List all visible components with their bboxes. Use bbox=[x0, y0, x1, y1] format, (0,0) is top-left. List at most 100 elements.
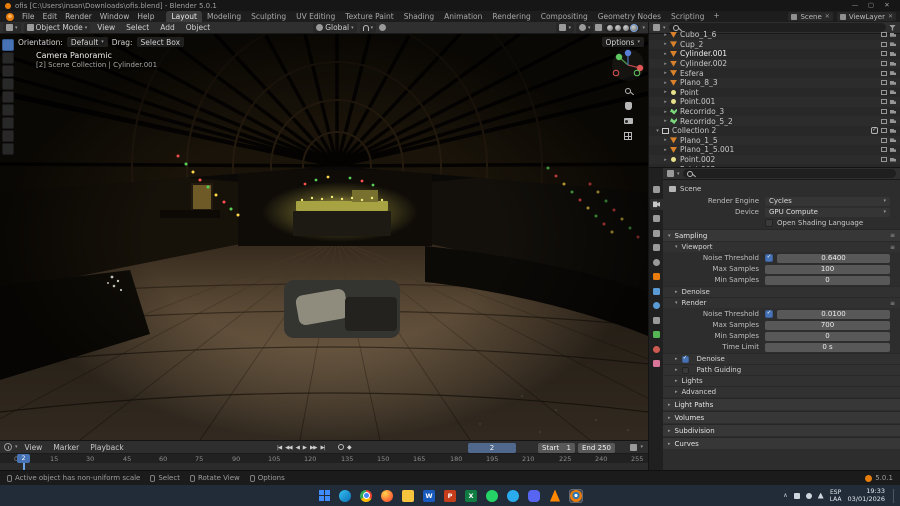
outliner-item[interactable]: ▸ Recorrido_5_2 bbox=[649, 116, 900, 126]
disclosure-triangle-icon[interactable]: ▸ bbox=[661, 147, 670, 153]
tab-constraints[interactable] bbox=[650, 315, 663, 326]
auto-keying-icon[interactable] bbox=[338, 444, 344, 450]
disclosure-triangle-icon[interactable]: ▸ bbox=[661, 157, 670, 163]
blender-menu-icon[interactable] bbox=[6, 12, 14, 21]
r-max-samples-field[interactable]: 700 bbox=[765, 320, 890, 330]
taskbar-icon-telegram[interactable] bbox=[506, 489, 520, 503]
frame-end-field[interactable]: End 250 bbox=[578, 442, 615, 453]
tool-transform[interactable] bbox=[2, 104, 14, 116]
shading-rendered-icon[interactable] bbox=[631, 24, 638, 31]
disclosure-triangle-icon[interactable]: ▸ bbox=[661, 166, 670, 167]
view-layer-selector[interactable]: ViewLayer ✕ bbox=[836, 12, 896, 21]
scene-selector[interactable]: Scene ✕ bbox=[788, 12, 833, 21]
playhead-frame-badge[interactable]: 2 bbox=[17, 454, 30, 463]
taskbar-icon-vlc[interactable] bbox=[548, 489, 562, 503]
tab-object[interactable] bbox=[650, 271, 663, 282]
tab-output[interactable] bbox=[650, 213, 663, 224]
outliner-item[interactable]: ▸ Cup_2 bbox=[649, 39, 900, 50]
disable-in-render-icon[interactable] bbox=[890, 32, 896, 37]
hide-in-viewport-icon[interactable] bbox=[881, 70, 887, 76]
workspace-tab-geometry-nodes[interactable]: Geometry Nodes bbox=[593, 11, 666, 22]
hide-in-viewport-icon[interactable] bbox=[881, 32, 887, 38]
taskbar-icon-edge[interactable] bbox=[338, 489, 352, 503]
denoise-checkbox[interactable] bbox=[681, 355, 689, 363]
outliner-item-name[interactable]: Recorrido_3 bbox=[680, 107, 881, 116]
disclosure-triangle-icon[interactable]: ▸ bbox=[661, 61, 670, 67]
taskbar-icon-discord[interactable] bbox=[527, 489, 541, 503]
tab-render[interactable] bbox=[650, 198, 663, 210]
outliner-item[interactable]: ▸ Point.003 bbox=[649, 164, 900, 167]
outliner-item[interactable]: ▸ Esfera bbox=[649, 68, 900, 78]
menu-help[interactable]: Help bbox=[133, 11, 158, 22]
presets-icon[interactable]: ≡ bbox=[890, 244, 895, 251]
workspace-tab-texture-paint[interactable]: Texture Paint bbox=[340, 11, 398, 22]
maximize-button[interactable]: ▢ bbox=[863, 0, 879, 11]
vp-noise-threshold-checkbox[interactable] bbox=[765, 254, 773, 262]
disclosure-triangle-icon[interactable]: ▸ bbox=[661, 80, 670, 86]
tab-object-data[interactable] bbox=[650, 329, 663, 340]
outliner-item-name[interactable]: Cylinder.002 bbox=[680, 59, 881, 68]
section-subdivision[interactable]: ▸ Subdivision bbox=[663, 424, 900, 436]
timeline-editor-icon[interactable] bbox=[4, 443, 12, 451]
camera-view-icon[interactable] bbox=[622, 115, 634, 127]
workspace-tab-layout[interactable]: Layout bbox=[166, 11, 202, 22]
next-keyframe-button[interactable]: ▶▶ bbox=[309, 443, 318, 453]
disclosure-triangle-icon[interactable]: ▸ bbox=[661, 99, 670, 105]
path-guiding-checkbox[interactable] bbox=[681, 366, 689, 374]
xray-toggle-icon[interactable] bbox=[595, 24, 603, 31]
disable-in-render-icon[interactable] bbox=[890, 42, 896, 47]
subsection-lights[interactable]: ▸ Lights bbox=[663, 375, 900, 386]
show-overlays-toggle[interactable]: ▾ bbox=[575, 22, 594, 33]
hide-in-viewport-icon[interactable] bbox=[881, 99, 887, 105]
disclosure-triangle-icon[interactable]: ▸ bbox=[661, 137, 670, 143]
subsection-viewport-denoise[interactable]: ▸ Denoise bbox=[663, 286, 900, 297]
menu-file[interactable]: File bbox=[18, 11, 39, 22]
outliner-item[interactable]: ▸ Cubo_1_6 bbox=[649, 30, 900, 40]
section-volumes[interactable]: ▸ Volumes bbox=[663, 411, 900, 423]
tab-material[interactable] bbox=[650, 344, 663, 355]
outliner-item-name[interactable]: Collection 2 bbox=[672, 126, 871, 135]
disclosure-triangle-icon[interactable]: ▸ bbox=[661, 118, 670, 124]
hide-in-viewport-icon[interactable] bbox=[881, 157, 887, 163]
disclosure-triangle-icon[interactable]: ▸ bbox=[661, 109, 670, 115]
shading-solid-icon[interactable] bbox=[615, 24, 622, 31]
viewport-menu-view[interactable]: View bbox=[93, 22, 119, 33]
tab-modifiers[interactable] bbox=[650, 286, 663, 297]
workspace-tab-uv-editing[interactable]: UV Editing bbox=[291, 11, 340, 22]
device-dropdown[interactable]: GPU Compute ▾ bbox=[765, 207, 890, 217]
keying-set-icon[interactable]: ◆ bbox=[347, 444, 352, 451]
timeline-ruler[interactable]: 0 15 30 45 60 75 90 105 120 135 150 165 … bbox=[0, 454, 648, 463]
hide-in-viewport-icon[interactable] bbox=[881, 89, 887, 95]
tab-tool[interactable] bbox=[650, 184, 663, 195]
outliner-item-name[interactable]: Recorrido_5_2 bbox=[680, 117, 881, 126]
outliner-item-name[interactable]: Point.002 bbox=[680, 155, 881, 164]
show-desktop-button[interactable] bbox=[893, 488, 895, 503]
workspace-tab-scripting[interactable]: Scripting bbox=[666, 11, 709, 22]
tray-icon[interactable] bbox=[793, 492, 800, 499]
disclosure-triangle-icon[interactable]: ▸ bbox=[661, 51, 670, 57]
r-noise-threshold-checkbox[interactable] bbox=[765, 310, 773, 318]
hide-in-viewport-icon[interactable] bbox=[881, 147, 887, 153]
viewport-3d[interactable]: Orientation: Default ▾ Drag: Select Box O… bbox=[0, 34, 648, 440]
presets-icon[interactable]: ≡ bbox=[890, 232, 895, 239]
hide-in-viewport-icon[interactable] bbox=[881, 61, 887, 67]
section-curves[interactable]: ▸ Curves bbox=[663, 437, 900, 449]
tab-view-layer[interactable] bbox=[650, 228, 663, 239]
unlink-view-layer-icon[interactable]: ✕ bbox=[888, 13, 893, 20]
subsection-advanced[interactable]: ▸ Advanced bbox=[663, 386, 900, 397]
properties-search-input[interactable] bbox=[682, 169, 896, 178]
taskbar-icon-excel[interactable]: X bbox=[464, 489, 478, 503]
outliner-item-name[interactable]: Plano_1_5.001 bbox=[680, 145, 881, 154]
vp-min-samples-field[interactable]: 0 bbox=[765, 275, 890, 285]
pan-hand-icon[interactable] bbox=[622, 100, 634, 112]
disable-in-render-icon[interactable] bbox=[890, 80, 896, 85]
timeline-menu-view[interactable]: View bbox=[21, 442, 47, 453]
section-light-paths[interactable]: ▸ Light Paths bbox=[663, 398, 900, 410]
snap-selector[interactable]: ▾ bbox=[359, 22, 377, 33]
tool-rotate[interactable] bbox=[2, 78, 14, 90]
hide-in-viewport-icon[interactable] bbox=[881, 137, 887, 143]
hide-in-viewport-icon[interactable] bbox=[881, 118, 887, 124]
disable-in-render-icon[interactable] bbox=[890, 119, 896, 124]
subsection-render[interactable]: ▾ Render ≡ bbox=[663, 297, 900, 308]
tool-annotate[interactable] bbox=[2, 117, 14, 129]
